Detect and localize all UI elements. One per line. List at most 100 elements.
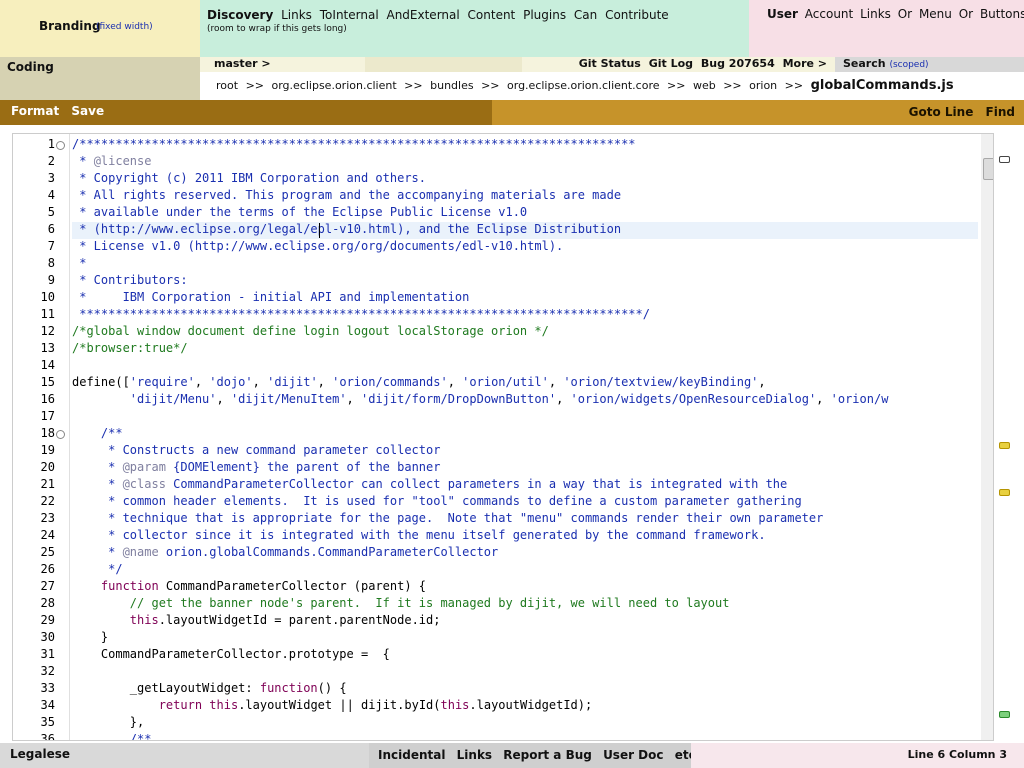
search-label[interactable]: Search (scoped)	[843, 57, 929, 70]
discovery-link-can[interactable]: Can	[574, 8, 597, 22]
code-line[interactable]: // get the banner node's parent. If it i…	[72, 595, 730, 612]
code-line[interactable]: /***************************************…	[72, 136, 636, 153]
user-doc-link[interactable]: User Doc	[603, 748, 663, 762]
user-label[interactable]: User	[767, 7, 798, 21]
save-button[interactable]: Save	[71, 104, 104, 118]
code-token: 'orion/util'	[462, 375, 549, 389]
code-token: * collector since it is integrated with …	[72, 528, 766, 542]
line-number: 7	[47, 239, 55, 253]
find-button[interactable]: Find	[986, 105, 1015, 119]
breadcrumb-orion[interactable]: orion	[749, 79, 777, 92]
discovery-link-plugins[interactable]: Plugins	[523, 8, 566, 22]
code-token: /***************************************…	[72, 137, 636, 151]
discovery-link-links[interactable]: Links	[281, 8, 312, 22]
code-line[interactable]: /*browser:true*/	[72, 340, 188, 357]
code-line[interactable]: ****************************************…	[72, 306, 650, 323]
user-link-or-1[interactable]: Or	[898, 7, 912, 21]
code-token: * License v1.0 (http://www.eclipse.org/o…	[72, 239, 564, 253]
code-line[interactable]: *	[72, 255, 86, 272]
discovery-link-tointernal[interactable]: ToInternal	[320, 8, 379, 22]
code-line[interactable]: this.layoutWidgetId = parent.parentNode.…	[72, 612, 441, 629]
code-token: },	[72, 715, 145, 729]
legalese-link[interactable]: Legalese	[10, 747, 70, 761]
code-line[interactable]: * @license	[72, 153, 151, 170]
scrollbar-thumb[interactable]	[983, 158, 993, 180]
breadcrumb-core[interactable]: org.eclipse.orion.client.core	[507, 79, 660, 92]
overview-current-line-marker[interactable]	[999, 156, 1010, 163]
code-line[interactable]: * @name orion.globalCommands.CommandPara…	[72, 544, 498, 561]
search-box[interactable]: Search (scoped)	[835, 57, 1024, 72]
fold-toggle-icon[interactable]	[56, 141, 65, 150]
report-bug-link[interactable]: Report a Bug	[503, 748, 592, 762]
code-line[interactable]: */	[72, 561, 122, 578]
code-line[interactable]: /**	[72, 425, 123, 442]
discovery-links-area: Discovery Links ToInternal AndExternal C…	[200, 0, 749, 57]
breadcrumb-bundles[interactable]: bundles	[430, 79, 473, 92]
code-token: 'orion/commands'	[332, 375, 448, 389]
breadcrumb-client[interactable]: org.eclipse.orion.client	[272, 79, 397, 92]
code-token: ****************************************…	[72, 307, 650, 321]
code-line[interactable]: * common header elements. It is used for…	[72, 493, 802, 510]
code-line[interactable]: * All rights reserved. This program and …	[72, 187, 621, 204]
code-line[interactable]: * Constructs a new command parameter col…	[72, 442, 440, 459]
discovery-link-content[interactable]: Content	[468, 8, 516, 22]
code-line[interactable]: 'dijit/Menu', 'dijit/MenuItem', 'dijit/f…	[72, 391, 889, 408]
overview-annotation-marker[interactable]	[999, 489, 1010, 496]
scrollbar-top[interactable]	[981, 134, 993, 154]
code-line[interactable]: * technique that is appropriate for the …	[72, 510, 823, 527]
code-line[interactable]: function CommandParameterCollector (pare…	[72, 578, 426, 595]
code-line[interactable]: * Copyright (c) 2011 IBM Corporation and…	[72, 170, 426, 187]
vertical-scrollbar[interactable]	[981, 154, 993, 740]
footer-link-incidental[interactable]: Incidental	[378, 748, 445, 762]
branch-selector[interactable]: master >	[214, 57, 271, 70]
overview-status-marker[interactable]	[999, 711, 1010, 718]
code-line[interactable]: CommandParameterCollector.prototype = {	[72, 646, 390, 663]
git-log-link[interactable]: Git Log	[649, 57, 693, 70]
breadcrumb-file: globalCommands.js	[810, 78, 954, 93]
code-token: .layoutWidget || dijit.byId(	[238, 698, 441, 712]
code-editor[interactable]: 1 2 3 4 5 6 7 8 9 10 11 12 13 14 15 16 17 18 19 20 21 22 23 24 2…	[12, 133, 994, 741]
code-line[interactable]: * IBM Corporation - initial API and impl…	[72, 289, 469, 306]
code-line[interactable]: * @class CommandParameterCollector can c…	[72, 476, 787, 493]
code-line[interactable]: /*global window document define login lo…	[72, 323, 549, 340]
code-line[interactable]: _getLayoutWidget: function() {	[72, 680, 347, 697]
code-line[interactable]: }	[72, 629, 108, 646]
code-token: CommandParameterCollector.prototype = {	[72, 647, 390, 661]
page-title: Coding	[7, 60, 54, 74]
overview-annotation-marker[interactable]	[999, 442, 1010, 449]
code-token: }	[72, 630, 109, 644]
git-status-link[interactable]: Git Status	[579, 57, 641, 70]
user-link-buttons[interactable]: Buttons	[980, 7, 1024, 21]
footer-link-links[interactable]: Links	[457, 748, 492, 762]
code-token: // get the banner node's parent. If it i…	[129, 596, 730, 610]
bug-link[interactable]: Bug 207654	[701, 57, 775, 70]
code-line[interactable]: * License v1.0 (http://www.eclipse.org/o…	[72, 238, 563, 255]
code-line[interactable]: * collector since it is integrated with …	[72, 527, 766, 544]
discovery-link-contribute[interactable]: Contribute	[605, 8, 669, 22]
code-line[interactable]: * available under the terms of the Eclip…	[72, 204, 527, 221]
more-menu[interactable]: More >	[783, 57, 827, 70]
code-token: /*global window document define login lo…	[72, 324, 549, 338]
code-line[interactable]: * (http://www.eclipse.org/legal/epl-v10.…	[72, 221, 621, 238]
user-link-account[interactable]: Account	[805, 7, 853, 21]
line-number: 8	[47, 256, 55, 270]
code-line[interactable]: * Contributors:	[72, 272, 187, 289]
code-line[interactable]: define(['require', 'dojo', 'dijit', 'ori…	[72, 374, 766, 391]
user-link-menu[interactable]: Menu	[919, 7, 952, 21]
format-button[interactable]: Format	[11, 104, 59, 118]
code-line[interactable]: return this.layoutWidget || dijit.byId(t…	[72, 697, 593, 714]
goto-line-button[interactable]: Goto Line	[909, 105, 974, 119]
fold-toggle-icon[interactable]	[56, 430, 65, 439]
user-link-or-2[interactable]: Or	[959, 7, 973, 21]
code-token: ,	[317, 375, 333, 389]
code-area[interactable]: /***************************************…	[72, 134, 978, 740]
code-line[interactable]: },	[72, 714, 144, 731]
code-token: @license	[93, 154, 152, 168]
code-line[interactable]: /**	[72, 731, 152, 740]
code-line[interactable]: * @param {DOMElement} the parent of the …	[72, 459, 440, 476]
discovery-link-andexternal[interactable]: AndExternal	[386, 8, 459, 22]
user-link-links[interactable]: Links	[860, 7, 891, 21]
breadcrumb-root[interactable]: root	[216, 79, 238, 92]
breadcrumb-web[interactable]: web	[693, 79, 716, 92]
